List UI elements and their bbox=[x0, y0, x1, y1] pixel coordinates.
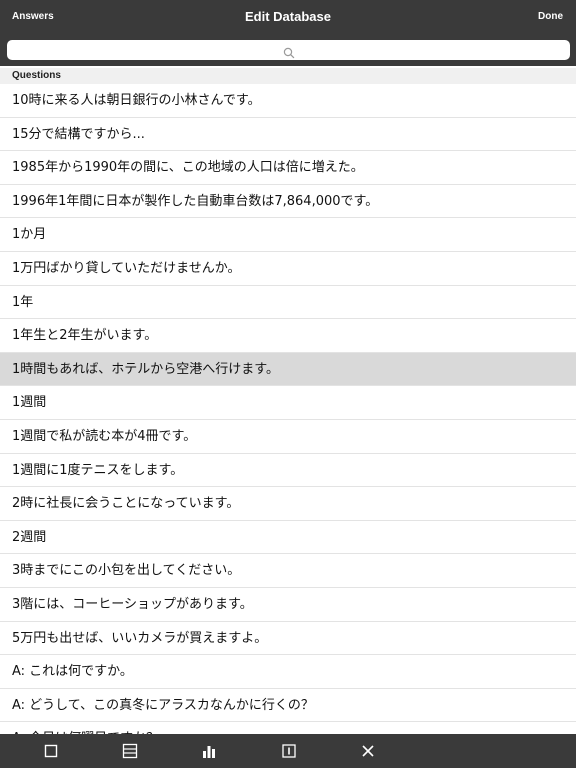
question-row[interactable]: A: これは何ですか。 bbox=[0, 655, 576, 689]
question-row[interactable]: 2時に社長に会うことになっています。 bbox=[0, 487, 576, 521]
question-row[interactable]: A: どうして、この真冬にアラスカなんかに行くの？ bbox=[0, 689, 576, 723]
question-row[interactable]: 1985年から1990年の間に、この地域の人口は倍に増えた。 bbox=[0, 151, 576, 185]
list-icon bbox=[122, 743, 138, 759]
question-row[interactable]: 1か月 bbox=[0, 218, 576, 252]
square-button[interactable] bbox=[34, 734, 68, 768]
search-input[interactable] bbox=[7, 40, 570, 60]
answers-button[interactable]: Answers bbox=[12, 0, 54, 34]
question-row[interactable]: 3階には、コーヒーショップがあります。 bbox=[0, 588, 576, 622]
bottom-toolbar bbox=[0, 734, 576, 768]
question-row[interactable]: 15分で結構ですから... bbox=[0, 118, 576, 152]
question-row[interactable]: 1週間で私が読む本が4冊です。 bbox=[0, 420, 576, 454]
search-bar bbox=[0, 34, 576, 66]
question-row[interactable]: A: 今日は何曜日ですか？ bbox=[0, 722, 576, 734]
search-icon bbox=[283, 44, 295, 59]
navigation-bar: Answers Edit Database Done bbox=[0, 0, 576, 34]
chart-button[interactable] bbox=[192, 734, 226, 768]
question-row[interactable]: 1年生と2年生がいます。 bbox=[0, 319, 576, 353]
section-header-questions: Questions bbox=[0, 68, 576, 84]
info-icon bbox=[282, 744, 296, 758]
close-button[interactable] bbox=[351, 734, 385, 768]
question-row[interactable]: 10時に来る人は朝日銀行の小林さんです。 bbox=[0, 84, 576, 118]
square-icon bbox=[44, 744, 58, 758]
question-row[interactable]: 3時までにこの小包を出してください。 bbox=[0, 554, 576, 588]
list-button[interactable] bbox=[113, 734, 147, 768]
question-row[interactable]: 1996年1年間に日本が製作した自動車台数は7,864,000です。 bbox=[0, 185, 576, 219]
question-row[interactable]: 2週間 bbox=[0, 521, 576, 555]
close-icon bbox=[362, 745, 374, 757]
question-row[interactable]: 1万円ばかり貸していただけませんか。 bbox=[0, 252, 576, 286]
question-row[interactable]: 5万円も出せば、いいカメラが買えますよ。 bbox=[0, 622, 576, 656]
question-row[interactable]: 1時間もあれば、ホテルから空港へ行けます。 bbox=[0, 352, 576, 387]
questions-list[interactable]: 10時に来る人は朝日銀行の小林さんです。 15分で結構ですから... 1985年から… bbox=[0, 84, 576, 734]
question-row[interactable]: 1週間 bbox=[0, 386, 576, 420]
bar-chart-icon bbox=[203, 746, 215, 758]
question-row[interactable]: 1年 bbox=[0, 286, 576, 320]
question-row[interactable]: 1週間に1度テニスをします。 bbox=[0, 454, 576, 488]
page-title: Edit Database bbox=[245, 9, 331, 24]
done-button[interactable]: Done bbox=[538, 0, 563, 34]
info-button[interactable] bbox=[272, 734, 306, 768]
